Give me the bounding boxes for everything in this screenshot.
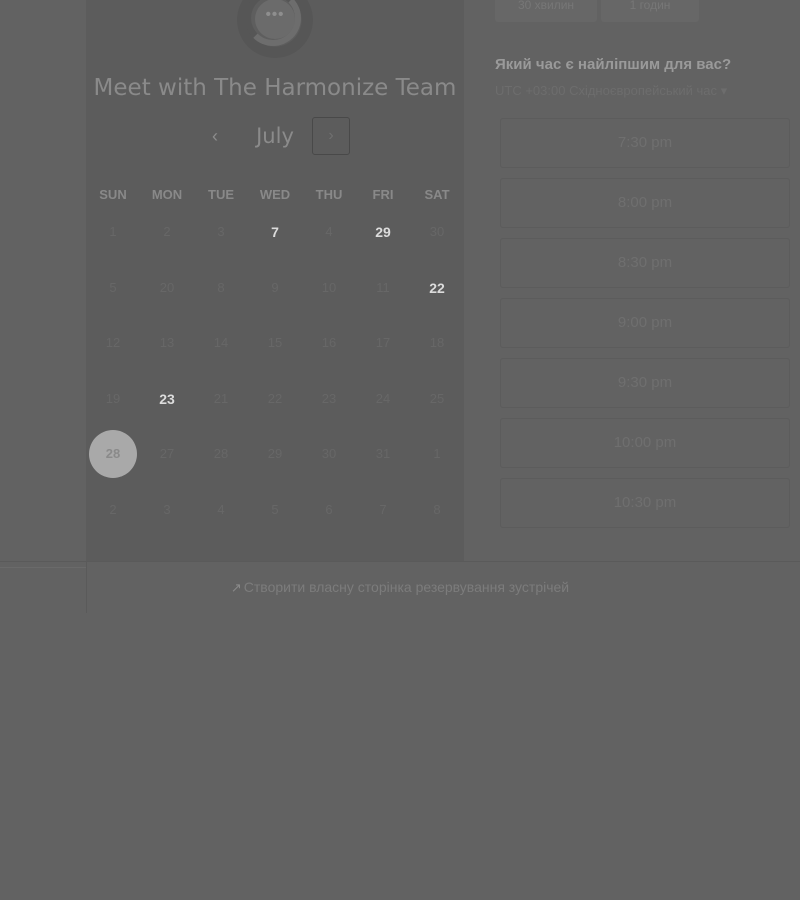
page-title: Meet with The Harmonize Team <box>93 75 457 101</box>
calendar-day: 14 <box>213 335 229 350</box>
weekday-tue: TUE <box>208 187 234 202</box>
time-slot-2030[interactable]: 8:30 pm <box>500 238 790 288</box>
month-navigation: ‹ July › <box>86 116 464 158</box>
calendar-day: 25 <box>429 390 445 406</box>
chat-bubble-icon: ••• <box>255 0 295 39</box>
calendar-day-available[interactable]: 22 <box>417 268 457 308</box>
calendar-day: 19 <box>105 390 121 406</box>
calendar-day: 2 <box>109 501 117 517</box>
calendar-day: 15 <box>267 335 283 350</box>
time-slot-2100[interactable]: 9:00 pm <box>500 298 790 348</box>
duration-30-button[interactable]: 30 хвилин <box>495 0 597 22</box>
footer: ↗ Створити власну сторінка резервування з… <box>0 561 800 614</box>
create-booking-page-link[interactable]: ↗ Створити власну сторінка резервування з… <box>0 579 800 596</box>
calendar-day: 20 <box>159 279 175 295</box>
calendar-day: 6 <box>325 501 333 517</box>
calendar-day: 5 <box>271 501 279 517</box>
time-slot-2200[interactable]: 10:00 pm <box>500 418 790 468</box>
time-slot-1930[interactable]: 7:30 pm <box>500 118 790 168</box>
calendar-day: 24 <box>375 390 391 406</box>
calendar-day: 5 <box>109 279 117 295</box>
calendar-day: 8 <box>217 279 225 295</box>
calendar-day: 12 <box>105 335 121 350</box>
calendar-day: 7 <box>379 501 387 517</box>
calendar-day-selected[interactable]: 28 <box>89 430 137 478</box>
prev-month-button[interactable]: ‹ <box>203 125 227 149</box>
calendar-day: 22 <box>267 390 283 406</box>
calendar-day-available[interactable]: 7 <box>255 212 295 252</box>
calendar-day: 11 <box>376 279 390 295</box>
time-slot-2230[interactable]: 10:30 pm <box>500 478 790 528</box>
next-month-button[interactable]: › <box>312 117 350 155</box>
weekday-fri: FRI <box>372 187 394 202</box>
team-logo: ••• <box>237 0 313 58</box>
calendar-day: 1 <box>109 224 117 239</box>
calendar-day-available[interactable]: 23 <box>147 379 187 419</box>
calendar-day: 31 <box>375 446 391 461</box>
calendar-day: 21 <box>213 390 229 406</box>
weekday-wed: WED <box>259 187 291 202</box>
time-question-heading: Який час є найліпшим для вас? <box>495 56 732 73</box>
calendar-day: 1 <box>433 446 441 461</box>
calendar-day: 4 <box>325 224 333 239</box>
calendar-day: 3 <box>217 224 225 239</box>
calendar-day: 9 <box>271 279 279 295</box>
external-link-icon: ↗ <box>230 580 242 595</box>
timezone-select[interactable]: UTC +03:00 Східноєвропейський час ▾ <box>495 83 727 99</box>
calendar-day-available[interactable]: 29 <box>363 212 403 252</box>
calendar-day: 13 <box>159 335 175 350</box>
calendar-day: 17 <box>375 335 391 350</box>
duration-60-button[interactable]: 1 годин <box>601 0 699 22</box>
calendar-day: 2 <box>163 224 171 239</box>
weekday-sat: SAT <box>424 187 450 202</box>
calendar-day: 3 <box>163 501 171 517</box>
timezone-value: UTC +03:00 Східноєвропейський час <box>495 83 717 98</box>
footer-divider <box>0 567 86 568</box>
weekday-mon: MON <box>151 187 183 202</box>
month-label: July <box>256 124 294 148</box>
calendar-day: 29 <box>267 446 283 461</box>
create-booking-page-label: Створити власну сторінка резервування зу… <box>243 579 570 595</box>
time-slot-2000[interactable]: 8:00 pm <box>500 178 790 228</box>
time-slot-2130[interactable]: 9:30 pm <box>500 358 790 408</box>
calendar-day: 18 <box>429 335 445 350</box>
weekday-thu: THU <box>315 187 343 202</box>
calendar-day: 27 <box>159 446 175 461</box>
calendar-day: 8 <box>433 501 441 517</box>
calendar-day: 28 <box>213 446 229 461</box>
calendar-day: 30 <box>429 224 445 239</box>
chevron-down-icon: ▾ <box>720 83 728 98</box>
calendar-day: 16 <box>321 335 337 350</box>
weekday-sun: SUN <box>99 187 127 202</box>
calendar-day: 4 <box>217 501 225 517</box>
calendar-panel: ••• Meet with The Harmonize Team ‹ July … <box>86 0 464 561</box>
calendar-day: 10 <box>321 279 337 295</box>
calendar-day: 23 <box>321 390 337 406</box>
calendar-day: 30 <box>321 446 337 461</box>
